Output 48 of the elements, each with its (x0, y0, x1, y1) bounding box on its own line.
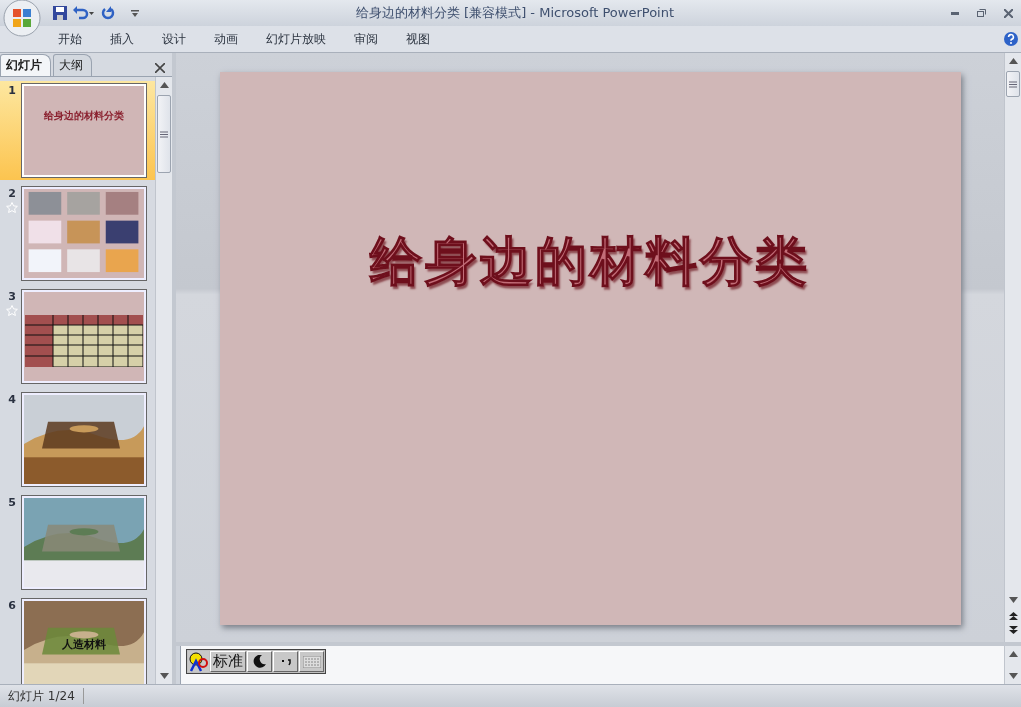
scroll-thumb[interactable] (1006, 71, 1020, 97)
thumbnail-title: 人造材料 (62, 637, 106, 652)
ribbon-tab[interactable]: 幻灯片放映 (266, 30, 326, 48)
ribbon-tab[interactable]: 动画 (214, 30, 238, 48)
scroll-down-icon[interactable] (1008, 597, 1018, 603)
scroll-up-icon[interactable] (1008, 58, 1018, 64)
ribbon-tab[interactable]: 插入 (110, 30, 134, 48)
close-icon[interactable] (155, 63, 165, 73)
scroll-down-icon[interactable] (1008, 673, 1018, 679)
restore-icon[interactable] (977, 9, 986, 17)
scroll-thumb[interactable] (157, 95, 171, 173)
slide-counter: 幻灯片 1/24 (0, 688, 84, 704)
customize-icon[interactable] (131, 9, 139, 17)
slide-number: 4 (8, 393, 16, 406)
panel-tab[interactable]: 幻灯片 (0, 54, 51, 76)
slide-thumbnail[interactable]: 人造材料 (22, 599, 146, 684)
ribbon-tab[interactable]: 视图 (406, 30, 430, 48)
close-icon[interactable] (1004, 8, 1013, 18)
slide-title: 给身边的材料分类 (370, 229, 810, 291)
notes-field[interactable]: 标准 (180, 646, 1004, 684)
window-title: 给身边的材料分类 [兼容模式] - Microsoft PowerPoint (355, 4, 675, 22)
punctuation-icon[interactable] (273, 651, 298, 672)
ribbon-tab[interactable]: 设计 (162, 30, 186, 48)
panel-tab[interactable]: 大纲 (53, 54, 92, 76)
undo-icon[interactable] (73, 6, 95, 20)
ime-logo-icon[interactable] (188, 651, 209, 672)
ime-mode-button[interactable]: 标准 (210, 651, 246, 672)
ribbon-tab[interactable]: 开始 (58, 30, 82, 48)
slide-number: 1 (8, 84, 16, 97)
slide-thumbnail[interactable] (22, 290, 146, 383)
keyboard-icon[interactable] (299, 651, 324, 672)
thumbnail-title: 给身边的材料分类 (44, 108, 124, 123)
slide-thumbnail[interactable]: 给身边的材料分类 (22, 84, 146, 177)
save-icon[interactable] (53, 6, 67, 20)
minimize-icon[interactable] (951, 11, 959, 15)
ribbon-tab[interactable]: 审阅 (354, 30, 378, 48)
redo-icon[interactable] (101, 6, 115, 20)
slide-number: 6 (8, 599, 16, 612)
moon-icon[interactable] (247, 651, 272, 672)
previous-slide-icon[interactable] (1008, 612, 1018, 620)
slide-number: 3 (8, 290, 16, 303)
scroll-up-icon[interactable] (1008, 651, 1018, 657)
scroll-up-icon[interactable] (159, 82, 169, 88)
slide-number: 2 (8, 187, 16, 200)
scroll-down-icon[interactable] (159, 673, 169, 679)
slide-number: 5 (8, 496, 16, 509)
help-icon[interactable] (1004, 32, 1018, 46)
next-slide-icon[interactable] (1008, 626, 1018, 634)
